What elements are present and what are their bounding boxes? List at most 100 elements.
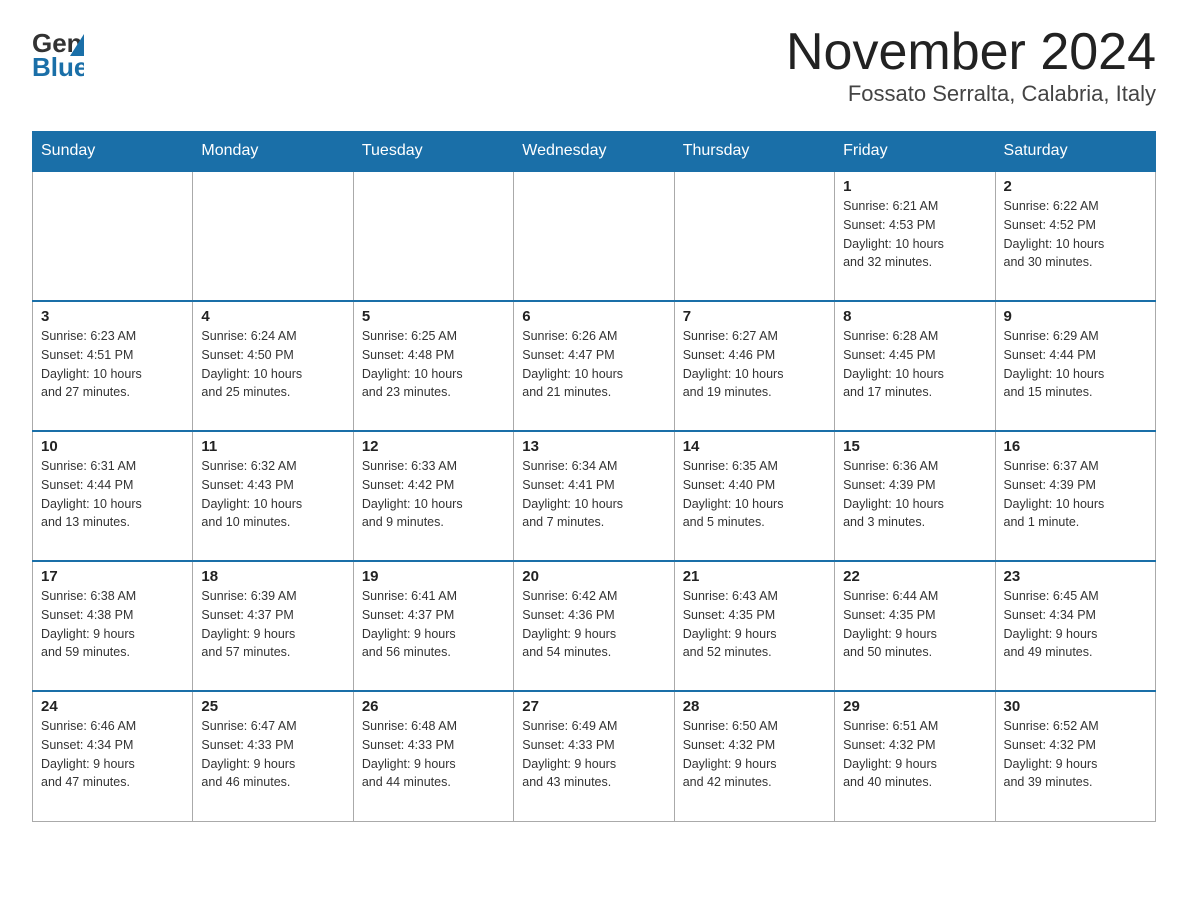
day-number: 6 — [522, 308, 665, 325]
day-number: 20 — [522, 568, 665, 585]
logo: General Blue — [32, 24, 88, 80]
day-info: Sunrise: 6:32 AM Sunset: 4:43 PM Dayligh… — [201, 457, 344, 532]
day-info: Sunrise: 6:42 AM Sunset: 4:36 PM Dayligh… — [522, 587, 665, 662]
location: Fossato Serralta, Calabria, Italy — [786, 81, 1156, 107]
day-info: Sunrise: 6:51 AM Sunset: 4:32 PM Dayligh… — [843, 717, 986, 792]
col-sunday: Sunday — [33, 132, 193, 172]
day-number: 30 — [1004, 698, 1147, 715]
calendar-cell: 26 Sunrise: 6:48 AM Sunset: 4:33 PM Dayli… — [353, 691, 513, 821]
calendar-cell: 18 Sunrise: 6:39 AM Sunset: 4:37 PM Dayli… — [193, 561, 353, 691]
calendar-cell: 5 Sunrise: 6:25 AM Sunset: 4:48 PM Daylig… — [353, 301, 513, 431]
calendar-cell: 9 Sunrise: 6:29 AM Sunset: 4:44 PM Daylig… — [995, 301, 1155, 431]
day-number: 15 — [843, 438, 986, 455]
calendar-cell: 19 Sunrise: 6:41 AM Sunset: 4:37 PM Dayli… — [353, 561, 513, 691]
day-info: Sunrise: 6:39 AM Sunset: 4:37 PM Dayligh… — [201, 587, 344, 662]
day-info: Sunrise: 6:43 AM Sunset: 4:35 PM Dayligh… — [683, 587, 826, 662]
calendar-cell: 16 Sunrise: 6:37 AM Sunset: 4:39 PM Dayli… — [995, 431, 1155, 561]
day-info: Sunrise: 6:21 AM Sunset: 4:53 PM Dayligh… — [843, 197, 986, 272]
calendar-cell: 17 Sunrise: 6:38 AM Sunset: 4:38 PM Dayli… — [33, 561, 193, 691]
day-number: 13 — [522, 438, 665, 455]
day-info: Sunrise: 6:36 AM Sunset: 4:39 PM Dayligh… — [843, 457, 986, 532]
calendar-cell: 3 Sunrise: 6:23 AM Sunset: 4:51 PM Daylig… — [33, 301, 193, 431]
day-number: 9 — [1004, 308, 1147, 325]
calendar-cell — [674, 171, 834, 301]
calendar-cell: 22 Sunrise: 6:44 AM Sunset: 4:35 PM Dayli… — [835, 561, 995, 691]
calendar-cell: 23 Sunrise: 6:45 AM Sunset: 4:34 PM Dayli… — [995, 561, 1155, 691]
day-info: Sunrise: 6:26 AM Sunset: 4:47 PM Dayligh… — [522, 327, 665, 402]
day-info: Sunrise: 6:49 AM Sunset: 4:33 PM Dayligh… — [522, 717, 665, 792]
day-info: Sunrise: 6:24 AM Sunset: 4:50 PM Dayligh… — [201, 327, 344, 402]
day-info: Sunrise: 6:37 AM Sunset: 4:39 PM Dayligh… — [1004, 457, 1147, 532]
calendar-cell: 10Sunrise: 6:31 AM Sunset: 4:44 PM Dayli… — [33, 431, 193, 561]
page-header: General Blue November 2024 Fossato Serra… — [32, 24, 1156, 107]
day-info: Sunrise: 6:25 AM Sunset: 4:48 PM Dayligh… — [362, 327, 505, 402]
calendar-cell: 11 Sunrise: 6:32 AM Sunset: 4:43 PM Dayli… — [193, 431, 353, 561]
day-info: Sunrise: 6:52 AM Sunset: 4:32 PM Dayligh… — [1004, 717, 1147, 792]
calendar-cell — [514, 171, 674, 301]
calendar-cell: 25Sunrise: 6:47 AM Sunset: 4:33 PM Dayli… — [193, 691, 353, 821]
calendar-cell — [33, 171, 193, 301]
calendar-week-3: 10Sunrise: 6:31 AM Sunset: 4:44 PM Dayli… — [33, 431, 1156, 561]
calendar-cell: 30 Sunrise: 6:52 AM Sunset: 4:32 PM Dayli… — [995, 691, 1155, 821]
svg-text:Blue: Blue — [32, 52, 84, 80]
day-info: Sunrise: 6:46 AM Sunset: 4:34 PM Dayligh… — [41, 717, 184, 792]
calendar-cell — [193, 171, 353, 301]
col-saturday: Saturday — [995, 132, 1155, 172]
day-info: Sunrise: 6:22 AM Sunset: 4:52 PM Dayligh… — [1004, 197, 1147, 272]
day-number: 16 — [1004, 438, 1147, 455]
day-number: 12 — [362, 438, 505, 455]
calendar-cell: 27Sunrise: 6:49 AM Sunset: 4:33 PM Dayli… — [514, 691, 674, 821]
day-number: 10 — [41, 438, 184, 455]
calendar-cell: 7Sunrise: 6:27 AM Sunset: 4:46 PM Daylig… — [674, 301, 834, 431]
calendar-cell: 12 Sunrise: 6:33 AM Sunset: 4:42 PM Dayli… — [353, 431, 513, 561]
day-number: 26 — [362, 698, 505, 715]
day-info: Sunrise: 6:44 AM Sunset: 4:35 PM Dayligh… — [843, 587, 986, 662]
calendar-cell: 15 Sunrise: 6:36 AM Sunset: 4:39 PM Dayli… — [835, 431, 995, 561]
day-info: Sunrise: 6:28 AM Sunset: 4:45 PM Dayligh… — [843, 327, 986, 402]
logo-icon: General Blue — [32, 24, 84, 80]
calendar-cell: 28 Sunrise: 6:50 AM Sunset: 4:32 PM Dayli… — [674, 691, 834, 821]
day-number: 7 — [683, 308, 826, 325]
day-number: 29 — [843, 698, 986, 715]
day-info: Sunrise: 6:50 AM Sunset: 4:32 PM Dayligh… — [683, 717, 826, 792]
col-thursday: Thursday — [674, 132, 834, 172]
day-info: Sunrise: 6:29 AM Sunset: 4:44 PM Dayligh… — [1004, 327, 1147, 402]
calendar-cell: 13 Sunrise: 6:34 AM Sunset: 4:41 PM Dayli… — [514, 431, 674, 561]
day-info: Sunrise: 6:38 AM Sunset: 4:38 PM Dayligh… — [41, 587, 184, 662]
calendar-week-4: 17 Sunrise: 6:38 AM Sunset: 4:38 PM Dayli… — [33, 561, 1156, 691]
day-info: Sunrise: 6:48 AM Sunset: 4:33 PM Dayligh… — [362, 717, 505, 792]
day-number: 18 — [201, 568, 344, 585]
calendar-header-row: Sunday Monday Tuesday Wednesday Thursday… — [33, 132, 1156, 172]
day-number: 3 — [41, 308, 184, 325]
col-friday: Friday — [835, 132, 995, 172]
day-number: 28 — [683, 698, 826, 715]
day-number: 19 — [362, 568, 505, 585]
day-number: 2 — [1004, 178, 1147, 195]
day-number: 23 — [1004, 568, 1147, 585]
day-number: 25 — [201, 698, 344, 715]
day-number: 5 — [362, 308, 505, 325]
day-info: Sunrise: 6:34 AM Sunset: 4:41 PM Dayligh… — [522, 457, 665, 532]
day-number: 11 — [201, 438, 344, 455]
day-info: Sunrise: 6:33 AM Sunset: 4:42 PM Dayligh… — [362, 457, 505, 532]
month-title: November 2024 — [786, 24, 1156, 81]
calendar-week-2: 3 Sunrise: 6:23 AM Sunset: 4:51 PM Daylig… — [33, 301, 1156, 431]
day-info: Sunrise: 6:41 AM Sunset: 4:37 PM Dayligh… — [362, 587, 505, 662]
day-number: 24 — [41, 698, 184, 715]
day-number: 4 — [201, 308, 344, 325]
day-info: Sunrise: 6:23 AM Sunset: 4:51 PM Dayligh… — [41, 327, 184, 402]
day-number: 8 — [843, 308, 986, 325]
calendar-cell: 4 Sunrise: 6:24 AM Sunset: 4:50 PM Daylig… — [193, 301, 353, 431]
calendar-cell: 24 Sunrise: 6:46 AM Sunset: 4:34 PM Dayli… — [33, 691, 193, 821]
calendar-cell: 2 Sunrise: 6:22 AM Sunset: 4:52 PM Daylig… — [995, 171, 1155, 301]
col-tuesday: Tuesday — [353, 132, 513, 172]
calendar-cell: 1Sunrise: 6:21 AM Sunset: 4:53 PM Daylig… — [835, 171, 995, 301]
calendar-cell: 6 Sunrise: 6:26 AM Sunset: 4:47 PM Daylig… — [514, 301, 674, 431]
title-section: November 2024 Fossato Serralta, Calabria… — [786, 24, 1156, 107]
calendar-cell: 21Sunrise: 6:43 AM Sunset: 4:35 PM Dayli… — [674, 561, 834, 691]
calendar-cell: 29 Sunrise: 6:51 AM Sunset: 4:32 PM Dayli… — [835, 691, 995, 821]
day-number: 17 — [41, 568, 184, 585]
day-number: 22 — [843, 568, 986, 585]
day-info: Sunrise: 6:45 AM Sunset: 4:34 PM Dayligh… — [1004, 587, 1147, 662]
day-number: 14 — [683, 438, 826, 455]
